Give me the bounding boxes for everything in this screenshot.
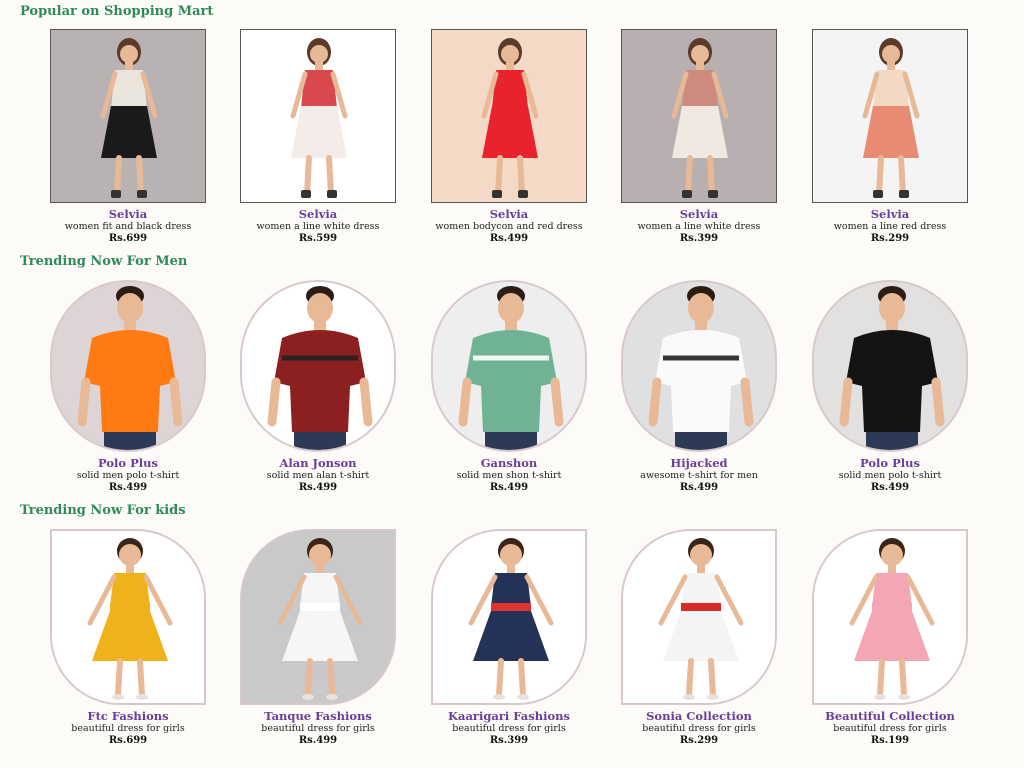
product-description: women a line white dress	[256, 221, 380, 232]
product-brand[interactable]: Selvia	[240, 208, 396, 221]
product-price: Rs.499	[108, 482, 148, 493]
section-title-popular: Popular on Shopping Mart	[20, 4, 214, 19]
product-price: Rs.699	[108, 233, 148, 244]
product-image[interactable]	[50, 280, 206, 452]
product-description: beautiful dress for girls	[452, 723, 566, 734]
product-price: Rs.499	[298, 735, 338, 746]
product-card[interactable]: Ftc Fashions beautiful dress for girls Rs.…	[50, 529, 206, 747]
product-brand[interactable]: Selvia	[431, 208, 587, 221]
product-description: solid men polo t-shirt	[76, 470, 180, 481]
product-price: Rs.399	[679, 233, 719, 244]
product-price: Rs.499	[298, 482, 338, 493]
product-card[interactable]: Tanque Fashions beautiful dress for girls…	[240, 529, 396, 747]
product-image[interactable]	[240, 280, 396, 452]
product-image[interactable]	[240, 529, 396, 705]
product-brand[interactable]: Selvia	[50, 208, 206, 221]
product-price: Rs.199	[870, 735, 910, 746]
product-description: awesome t-shirt for men	[640, 470, 758, 481]
product-description: solid men alan t-shirt	[266, 470, 370, 481]
product-image[interactable]	[621, 280, 777, 452]
product-price: Rs.499	[489, 482, 529, 493]
product-price: Rs.399	[489, 735, 529, 746]
product-price: Rs.299	[870, 233, 910, 244]
product-card[interactable]: Hijacked awesome t-shirt for men Rs.499	[621, 280, 777, 494]
section-title-kids: Trending Now For kids	[20, 503, 186, 518]
product-brand[interactable]: Beautiful Collection	[812, 710, 968, 723]
product-description: women fit and black dress	[64, 221, 192, 232]
product-card[interactable]: Selvia women a line white dress Rs.399	[621, 29, 777, 245]
product-image[interactable]	[240, 29, 396, 203]
product-card[interactable]: Sonia Collection beautiful dress for girl…	[621, 529, 777, 747]
product-card[interactable]: Polo Plus solid men polo t-shirt Rs.499	[50, 280, 206, 494]
product-brand[interactable]: Polo Plus	[812, 457, 968, 470]
product-image[interactable]	[431, 29, 587, 203]
product-card[interactable]: Selvia women bodycon and red dress Rs.499	[431, 29, 587, 245]
product-description: beautiful dress for girls	[642, 723, 756, 734]
product-price: Rs.699	[108, 735, 148, 746]
product-price: Rs.499	[679, 482, 719, 493]
product-price: Rs.299	[679, 735, 719, 746]
product-card[interactable]: Selvia women a line white dress Rs.599	[240, 29, 396, 245]
product-card[interactable]: Kaarigari Fashions beautiful dress for gi…	[431, 529, 587, 747]
product-brand[interactable]: Ftc Fashions	[50, 710, 206, 723]
product-image[interactable]	[812, 280, 968, 452]
product-image[interactable]	[50, 529, 206, 705]
product-card[interactable]: Selvia women fit and black dress Rs.699	[50, 29, 206, 245]
product-description: solid men polo t-shirt	[838, 470, 942, 481]
product-price: Rs.499	[489, 233, 529, 244]
product-brand[interactable]: Polo Plus	[50, 457, 206, 470]
product-card[interactable]: Beautiful Collection beautiful dress for …	[812, 529, 968, 747]
product-price: Rs.599	[298, 233, 338, 244]
product-brand[interactable]: Alan Jonson	[240, 457, 396, 470]
product-description: beautiful dress for girls	[71, 723, 185, 734]
product-description: women a line white dress	[637, 221, 761, 232]
section-title-men: Trending Now For Men	[20, 254, 188, 269]
product-image[interactable]	[431, 529, 587, 705]
product-brand[interactable]: Hijacked	[621, 457, 777, 470]
product-card[interactable]: Alan Jonson solid men alan t-shirt Rs.499	[240, 280, 396, 494]
product-image[interactable]	[50, 29, 206, 203]
product-card[interactable]: Polo Plus solid men polo t-shirt Rs.499	[812, 280, 968, 494]
product-price: Rs.499	[870, 482, 910, 493]
product-image[interactable]	[621, 529, 777, 705]
product-description: solid men shon t-shirt	[456, 470, 562, 481]
product-brand[interactable]: Sonia Collection	[621, 710, 777, 723]
product-brand[interactable]: Tanque Fashions	[240, 710, 396, 723]
product-brand[interactable]: Kaarigari Fashions	[431, 710, 587, 723]
product-description: women a line red dress	[833, 221, 947, 232]
product-image[interactable]	[812, 529, 968, 705]
product-description: women bodycon and red dress	[435, 221, 583, 232]
product-brand[interactable]: Selvia	[621, 208, 777, 221]
product-brand[interactable]: Selvia	[812, 208, 968, 221]
product-image[interactable]	[431, 280, 587, 452]
product-image[interactable]	[621, 29, 777, 203]
product-card[interactable]: Ganshon solid men shon t-shirt Rs.499	[431, 280, 587, 494]
product-brand[interactable]: Ganshon	[431, 457, 587, 470]
product-card[interactable]: Selvia women a line red dress Rs.299	[812, 29, 968, 245]
product-description: beautiful dress for girls	[261, 723, 375, 734]
product-description: beautiful dress for girls	[833, 723, 947, 734]
product-image[interactable]	[812, 29, 968, 203]
